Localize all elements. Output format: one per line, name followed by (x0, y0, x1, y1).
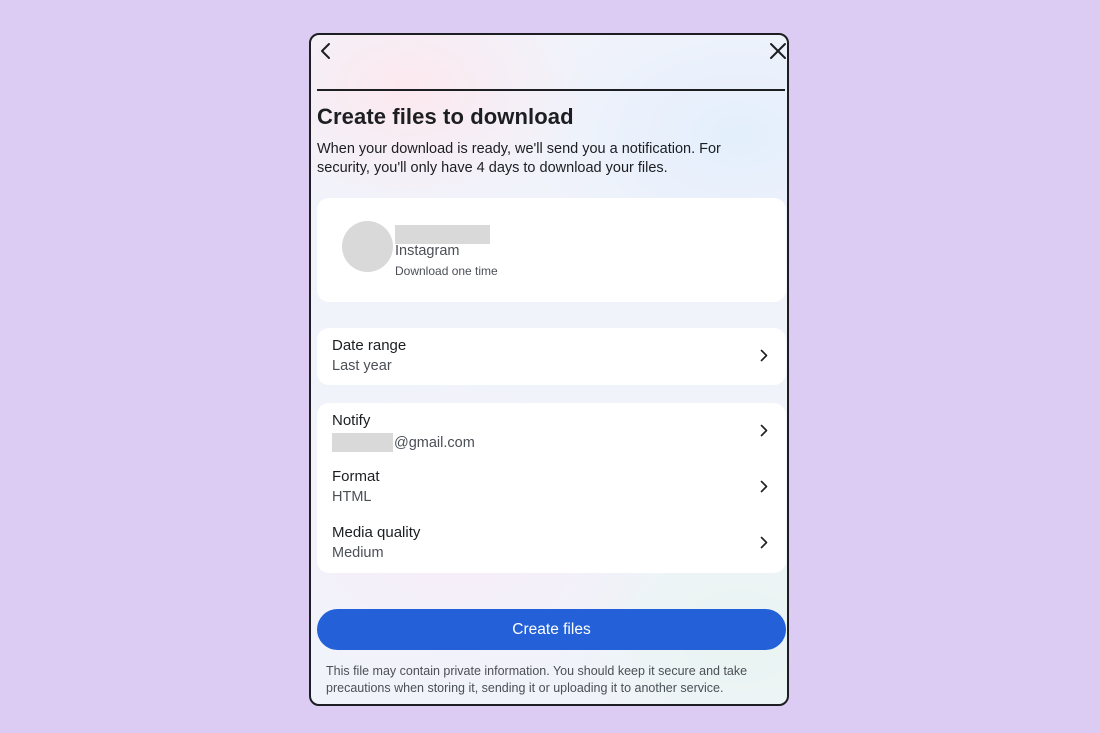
format-value: HTML (332, 489, 372, 505)
account-frequency: Download one time (395, 264, 498, 278)
privacy-footnote: This file may contain private informatio… (326, 664, 748, 695)
media-quality-row[interactable]: Media quality Medium (317, 515, 786, 571)
page-title: Create files to download (317, 104, 574, 129)
account-card: Instagram Download one time (317, 198, 786, 302)
account-service: Instagram (395, 243, 460, 259)
notify-row[interactable]: Notify @gmail.com (317, 403, 786, 459)
media-quality-label: Media quality (332, 524, 421, 541)
format-row[interactable]: Format HTML (317, 459, 786, 515)
notify-email-suffix: @gmail.com (394, 434, 475, 451)
create-files-button[interactable]: Create files (317, 609, 786, 650)
close-icon (770, 43, 786, 59)
chevron-right-icon (757, 479, 771, 493)
back-button[interactable] (315, 40, 337, 62)
notify-label: Notify (332, 412, 371, 429)
notify-value: @gmail.com (332, 433, 475, 452)
chevron-right-icon (757, 535, 771, 549)
page-description: When your download is ready, we'll send … (317, 141, 721, 176)
date-range-row[interactable]: Date range Last year (317, 328, 786, 384)
redacted-email (332, 433, 393, 452)
chevron-right-icon (757, 348, 771, 362)
date-range-label: Date range (332, 337, 407, 354)
close-button[interactable] (767, 40, 787, 62)
redacted-username (395, 225, 490, 244)
avatar (342, 221, 393, 272)
date-range-value: Last year (332, 358, 392, 374)
settings-card: Notify @gmail.com Format HTML Media qual… (317, 403, 786, 573)
chevron-left-icon (321, 43, 330, 59)
media-quality-value: Medium (332, 545, 384, 561)
download-dialog: Create files to download When your downl… (309, 33, 789, 706)
chevron-right-icon (757, 423, 771, 437)
header-divider (317, 89, 785, 91)
date-range-card: Date range Last year (317, 328, 786, 385)
format-label: Format (332, 468, 380, 485)
